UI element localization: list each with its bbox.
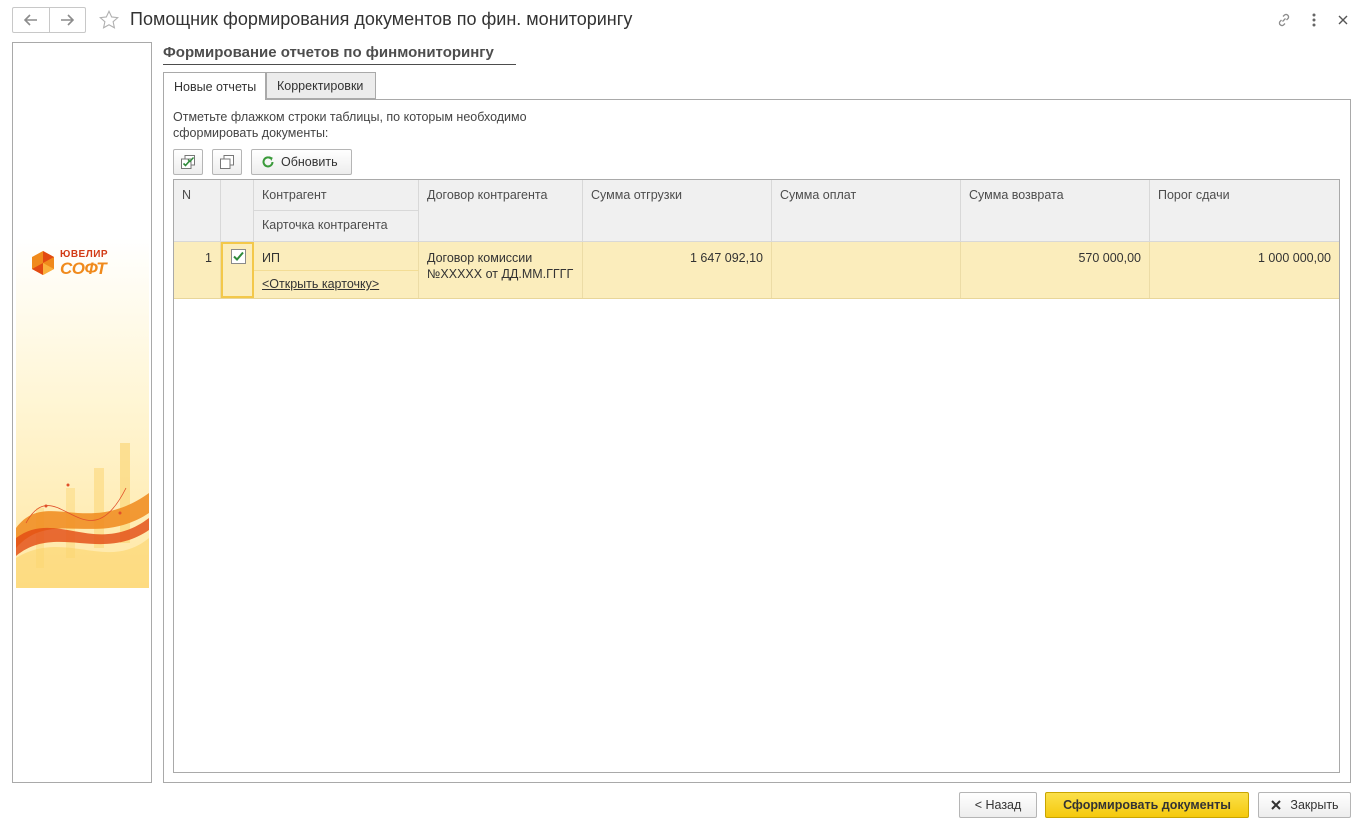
star-icon: [99, 9, 119, 29]
history-nav: [12, 7, 86, 33]
column-header-counterparty[interactable]: Контрагент: [254, 180, 419, 210]
column-header-contract[interactable]: Договор контрагента: [419, 180, 583, 242]
table-row[interactable]: 1 ИП <Открыть карточку> Договор комиссии…: [174, 242, 1339, 299]
brand-banner: ЮВЕЛИР СОФТ: [16, 238, 149, 588]
close-icon: [1338, 15, 1348, 25]
refresh-label: Обновить: [281, 155, 338, 169]
column-header-shipment-sum[interactable]: Сумма отгрузки: [583, 180, 772, 242]
instruction-text: Отметьте флажком строки таблицы, по кото…: [173, 110, 527, 140]
back-nav-button[interactable]: [13, 8, 49, 32]
row-number: 1: [174, 242, 221, 298]
threshold-cell[interactable]: 1 000 000,00: [1150, 242, 1339, 298]
link-icon: [1278, 13, 1290, 27]
forward-arrow-icon: [61, 14, 75, 26]
reports-table[interactable]: N Контрагент Карточка контрагента Догово…: [173, 179, 1340, 773]
uncheck-all-icon: [220, 155, 234, 169]
checkmark-icon: [233, 251, 244, 261]
uncheck-all-button[interactable]: [212, 149, 242, 175]
banner-artwork: [16, 238, 149, 588]
row-checkbox[interactable]: [231, 249, 246, 264]
tab-corrections[interactable]: Корректировки: [266, 72, 376, 99]
forward-nav-button[interactable]: [48, 8, 85, 32]
brand-name-bottom: СОФТ: [60, 258, 107, 278]
back-button[interactable]: < Назад: [959, 792, 1037, 818]
column-header-counterparty-card[interactable]: Карточка контрагента: [254, 210, 419, 242]
close-x-icon: [1271, 800, 1282, 810]
more-button[interactable]: [1303, 9, 1325, 31]
column-header-threshold[interactable]: Порог сдачи: [1150, 180, 1339, 242]
refresh-button[interactable]: Обновить: [251, 149, 352, 175]
contract-cell[interactable]: Договор комиссии №XXXXX от ДД.ММ.ГГГГ: [419, 242, 583, 298]
check-all-icon: [181, 155, 195, 169]
brand-logo: ЮВЕЛИР СОФТ: [30, 248, 130, 278]
open-card-link[interactable]: <Открыть карточку>: [262, 277, 379, 291]
close-button-label: Закрыть: [1290, 798, 1339, 812]
window-title: Помощник формирования документов по фин.…: [130, 9, 633, 29]
favorite-button[interactable]: [96, 7, 122, 33]
hexagon-logo-icon: [32, 251, 54, 275]
link-button[interactable]: [1273, 9, 1295, 31]
tab-new-reports[interactable]: Новые отчеты: [163, 72, 266, 100]
payment-sum-cell[interactable]: [772, 242, 961, 298]
side-panel: ЮВЕЛИР СОФТ: [12, 42, 152, 783]
return-sum-cell[interactable]: 570 000,00: [961, 242, 1150, 298]
page-title: Формирование отчетов по финмониторингу: [163, 44, 516, 65]
generate-documents-button[interactable]: Сформировать документы: [1045, 792, 1249, 818]
open-card-link-cell: <Открыть карточку>: [254, 270, 419, 298]
column-header-payment-sum[interactable]: Сумма оплат: [772, 180, 961, 242]
column-header-n[interactable]: N: [174, 180, 221, 242]
counterparty-cell[interactable]: ИП: [254, 242, 419, 270]
close-window-button[interactable]: [1332, 9, 1354, 31]
column-header-return-sum[interactable]: Сумма возврата: [961, 180, 1150, 242]
refresh-icon: [262, 156, 274, 168]
row-checkbox-cell[interactable]: [221, 242, 254, 298]
more-vertical-icon: [1312, 13, 1316, 27]
shipment-sum-cell[interactable]: 1 647 092,10: [583, 242, 772, 298]
back-arrow-icon: [23, 14, 37, 26]
brand-name-top: ЮВЕЛИР: [60, 248, 109, 260]
column-header-check[interactable]: [221, 180, 254, 242]
close-button[interactable]: Закрыть: [1258, 792, 1351, 818]
check-all-button[interactable]: [173, 149, 203, 175]
